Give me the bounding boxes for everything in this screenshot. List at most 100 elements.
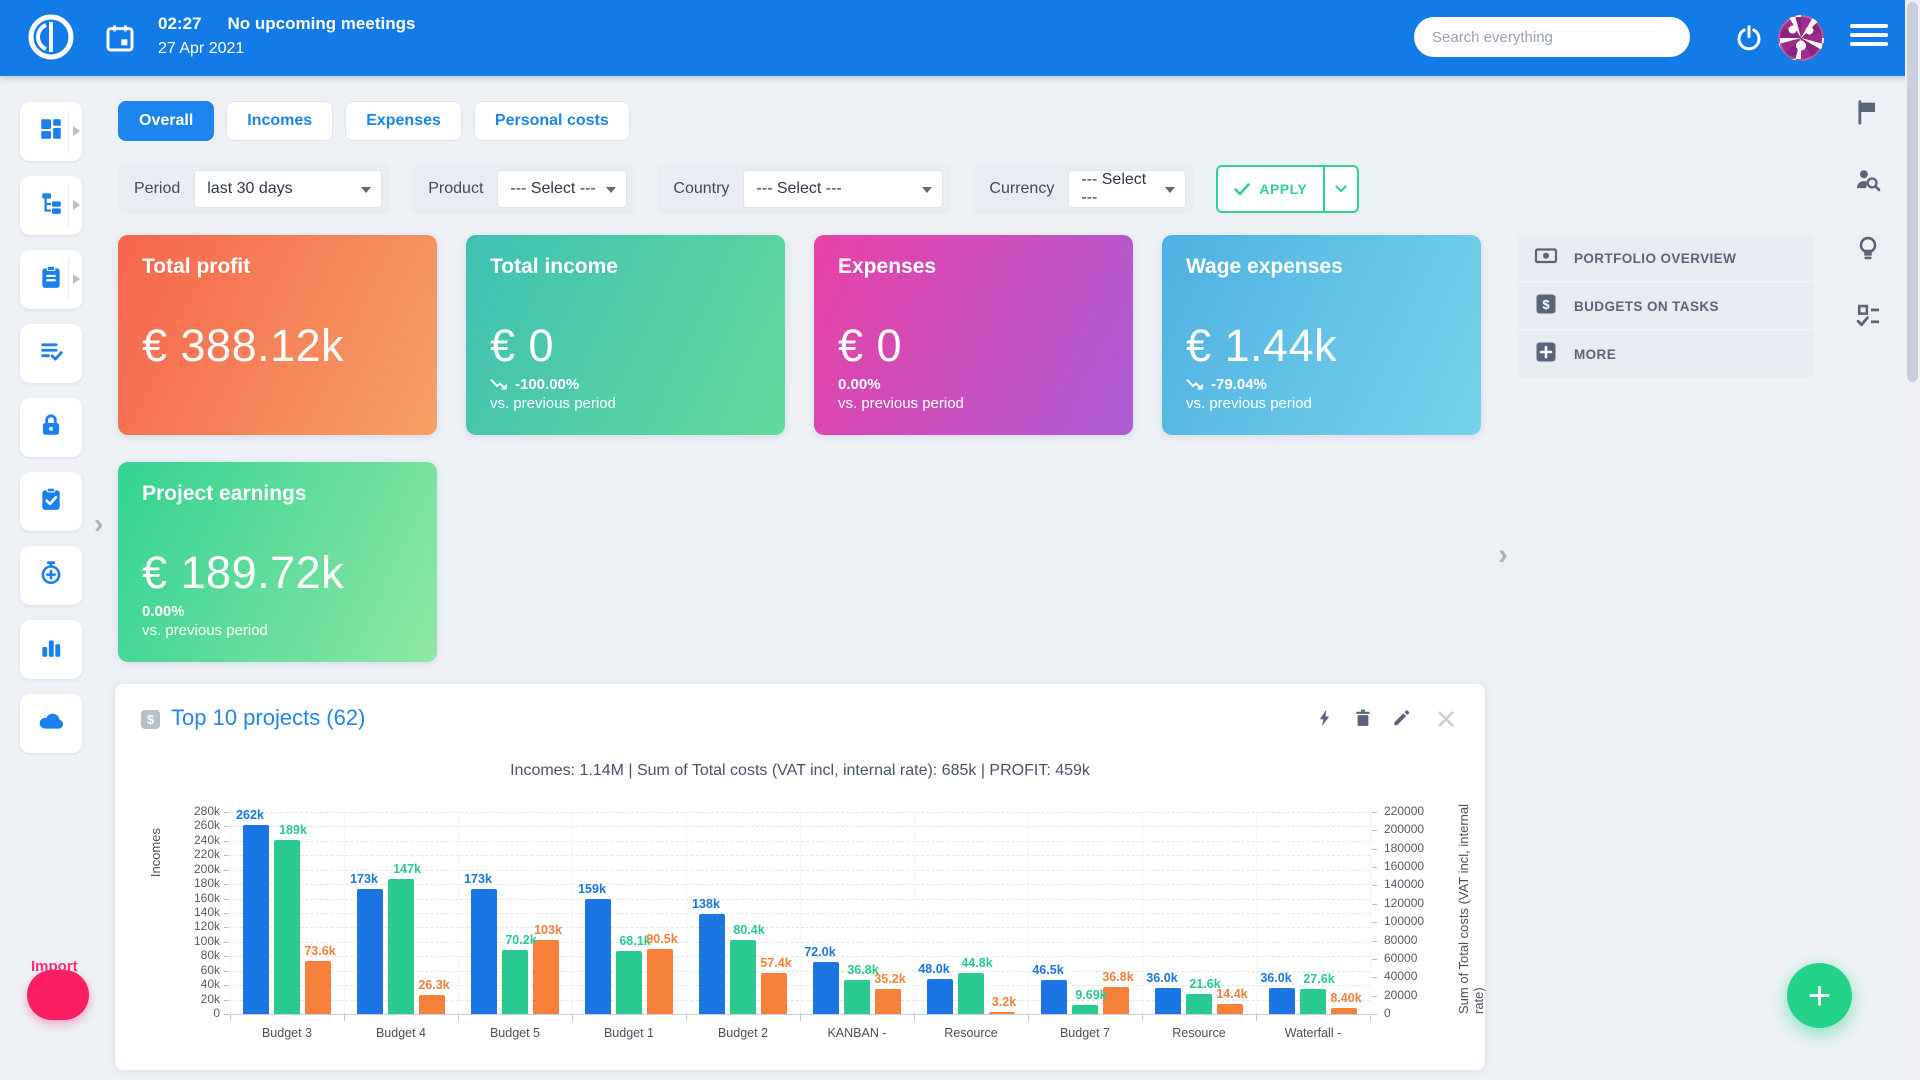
axis-tickmark bbox=[1372, 830, 1377, 832]
chart-bar bbox=[699, 914, 725, 1014]
kpi-change: -79.04% bbox=[1186, 373, 1457, 395]
bar-value-label: 14.4k bbox=[1216, 986, 1248, 1001]
quick-link-label: BUDGETS ON TASKS bbox=[1574, 298, 1719, 314]
task-list-check-icon bbox=[38, 338, 64, 369]
left-axis-tick-label: 140k bbox=[193, 905, 220, 919]
kpi-change: -100.00% bbox=[490, 373, 761, 395]
pencil-icon[interactable] bbox=[1391, 708, 1413, 730]
quick-link-more[interactable]: MORE bbox=[1518, 331, 1814, 377]
gridline bbox=[230, 826, 1370, 828]
sidebar-item-approvals[interactable] bbox=[20, 472, 82, 531]
tab-overall[interactable]: Overall bbox=[118, 101, 215, 141]
top-projects-widget: $ Top 10 projects (62) Incomes: 1.14M | … bbox=[115, 684, 1486, 1070]
chart-bar bbox=[1300, 988, 1326, 1014]
trash-icon[interactable] bbox=[1353, 708, 1375, 730]
chart-bar bbox=[1072, 1005, 1098, 1014]
axis-tickmark bbox=[1372, 922, 1377, 924]
chart-bar bbox=[243, 825, 269, 1014]
submenu-arrow-icon bbox=[73, 200, 80, 210]
quick-link-portfolio-overview[interactable]: PORTFOLIO OVERVIEW bbox=[1518, 235, 1814, 281]
sidebar-item-time-tracking[interactable] bbox=[20, 546, 82, 605]
add-fab-button[interactable]: + bbox=[1787, 963, 1852, 1028]
dashboard-tabs: Overall Incomes Expenses Personal costs bbox=[118, 101, 630, 141]
sidebar-item-project-tree[interactable] bbox=[20, 176, 82, 235]
chart-bar bbox=[730, 940, 756, 1014]
category-label: KANBAN - bbox=[827, 1026, 887, 1040]
chart-bar bbox=[533, 939, 559, 1014]
avatar[interactable] bbox=[1778, 15, 1824, 61]
chevron-down-icon bbox=[1335, 185, 1347, 193]
apply-split-button[interactable] bbox=[1323, 167, 1357, 211]
sidebar-item-dashboard[interactable] bbox=[20, 102, 82, 161]
header-date: 27 Apr 2021 bbox=[158, 40, 245, 57]
chart-bar bbox=[419, 995, 445, 1014]
calendar-icon[interactable] bbox=[104, 22, 136, 54]
category-label: Budget 3 bbox=[261, 1026, 313, 1040]
country-value: --- Select --- bbox=[756, 180, 842, 197]
filter-currency: Currency --- Select --- bbox=[973, 164, 1195, 214]
add-time-icon bbox=[38, 560, 64, 591]
menu-icon[interactable] bbox=[1850, 24, 1888, 52]
tab-expenses[interactable]: Expenses bbox=[345, 101, 462, 141]
page-scrollbar-thumb[interactable] bbox=[1907, 2, 1918, 382]
tab-personal-costs[interactable]: Personal costs bbox=[473, 101, 630, 141]
flag-icon[interactable] bbox=[1854, 98, 1884, 128]
close-icon[interactable] bbox=[1435, 708, 1457, 730]
right-axis-title: Sum of Total costs (VAT incl, internal r… bbox=[1456, 803, 1486, 1014]
chevron-down-icon bbox=[922, 187, 933, 193]
lightning-icon[interactable] bbox=[1315, 708, 1337, 730]
sidebar-item-reports[interactable] bbox=[20, 620, 82, 679]
axis-tickmark bbox=[1372, 995, 1377, 997]
country-select[interactable]: --- Select --- bbox=[743, 170, 944, 208]
category-tick bbox=[1028, 1014, 1029, 1021]
import-button[interactable] bbox=[27, 970, 89, 1020]
product-label: Product bbox=[428, 180, 484, 197]
sidebar-item-tasks[interactable] bbox=[20, 324, 82, 383]
bar-value-label: 8.40k bbox=[1330, 990, 1362, 1005]
right-axis-tick-label: 200000 bbox=[1384, 822, 1425, 837]
left-sidebar bbox=[20, 102, 82, 768]
chart-bar bbox=[647, 948, 673, 1014]
submenu-arrow-icon bbox=[73, 274, 80, 284]
user-search-icon[interactable] bbox=[1854, 166, 1884, 196]
carousel-next-chevron[interactable]: › bbox=[1498, 538, 1508, 572]
kpi-card-wage-expenses: Wage expenses € 1.44k -79.04% vs. previo… bbox=[1162, 235, 1481, 435]
category-tick bbox=[914, 1014, 915, 1021]
currency-select[interactable]: --- Select --- bbox=[1068, 170, 1187, 208]
trend-down-icon bbox=[490, 378, 507, 389]
axis-tickmark bbox=[1372, 848, 1377, 850]
lightbulb-icon[interactable] bbox=[1854, 234, 1884, 264]
category-tick bbox=[800, 1014, 801, 1021]
bar-value-label: 147k bbox=[393, 862, 421, 877]
product-select[interactable]: --- Select --- bbox=[497, 170, 628, 208]
apply-button[interactable]: APPLY bbox=[1218, 167, 1323, 211]
right-axis-tick-label: 80000 bbox=[1384, 932, 1418, 947]
search-input[interactable] bbox=[1414, 17, 1690, 57]
tab-incomes[interactable]: Incomes bbox=[226, 101, 334, 141]
sidebar-expand-chevron[interactable]: › bbox=[94, 508, 103, 540]
chart-bar bbox=[761, 972, 787, 1014]
axis-tickmark bbox=[1372, 1014, 1377, 1015]
checklist-icon[interactable] bbox=[1854, 302, 1884, 332]
power-icon[interactable] bbox=[1734, 22, 1764, 54]
kpi-title: Total income bbox=[490, 255, 618, 278]
right-axis-tick-label: 120000 bbox=[1384, 895, 1425, 910]
bar-value-label: 73.6k bbox=[304, 943, 336, 958]
category-tick bbox=[1370, 1014, 1371, 1021]
app-logo[interactable] bbox=[26, 12, 76, 62]
sidebar-item-permissions[interactable] bbox=[20, 398, 82, 457]
sidebar-item-projects[interactable] bbox=[20, 250, 82, 309]
quick-link-budgets-on-tasks[interactable]: $ BUDGETS ON TASKS bbox=[1518, 283, 1814, 329]
filter-country: Country --- Select --- bbox=[657, 164, 952, 214]
sidebar-item-cloud[interactable] bbox=[20, 694, 82, 753]
item-divider bbox=[68, 110, 69, 153]
period-select[interactable]: last 30 days bbox=[194, 170, 383, 208]
chart-bar bbox=[1186, 994, 1212, 1014]
kpi-value: € 0 bbox=[490, 319, 555, 371]
bar-value-label: 36.8k bbox=[1102, 970, 1134, 985]
widget-title[interactable]: Top 10 projects (62) bbox=[171, 705, 365, 731]
kpi-note bbox=[142, 395, 413, 415]
axis-tickmark bbox=[224, 884, 229, 886]
left-axis-tick-label: 160k bbox=[193, 890, 220, 905]
chart-bar bbox=[1155, 988, 1181, 1014]
